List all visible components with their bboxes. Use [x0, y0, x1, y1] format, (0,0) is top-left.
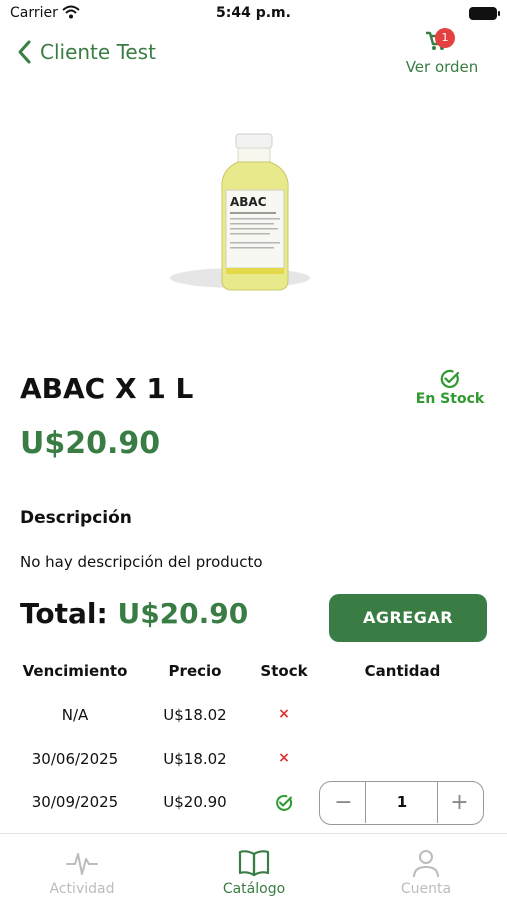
user-icon [413, 850, 439, 878]
header-stock: Stock [260, 662, 308, 680]
table-row: N/A U$18.02 × [0, 706, 507, 730]
tab-cuenta[interactable]: Cuenta [356, 846, 496, 897]
table-header: Vencimiento Precio Stock Cantidad [0, 662, 507, 684]
battery-icon [469, 7, 500, 20]
product-name: ABAC X 1 L [20, 372, 194, 405]
table-row: 30/06/2025 U$18.02 × [0, 750, 507, 774]
increment-button[interactable]: + [437, 782, 481, 823]
back-button[interactable]: Cliente Test [14, 38, 156, 66]
add-button[interactable]: AGREGAR [329, 594, 487, 642]
tab-catalogo[interactable]: Catálogo [184, 846, 324, 897]
description-text: No hay descripción del producto [20, 553, 263, 571]
clock-time: 5:44 p.m. [216, 5, 291, 21]
product-image: ABAC [170, 133, 310, 291]
total: Total: U$20.90 [20, 597, 248, 630]
bottle-label: ABAC [230, 195, 267, 209]
product-price: U$20.90 [20, 426, 161, 461]
description-title: Descripción [20, 508, 132, 528]
header-vencimiento: Vencimiento [22, 662, 128, 680]
tab-label: Cuenta [400, 881, 452, 897]
row-price: U$20.90 [163, 793, 227, 811]
view-order-button[interactable]: 1 Ver orden [397, 28, 487, 84]
stock-label: En Stock [415, 391, 485, 407]
row-expiry: N/A [61, 706, 89, 724]
row-price: U$18.02 [163, 706, 227, 724]
out-of-stock-icon: × [278, 750, 290, 766]
quantity-value[interactable]: 1 [368, 782, 436, 823]
out-of-stock-icon: × [278, 706, 290, 722]
total-value: U$20.90 [117, 597, 249, 630]
tab-label: Actividad [49, 881, 115, 897]
header-precio: Precio [168, 662, 222, 680]
tab-label: Catálogo [222, 881, 286, 897]
chevron-left-icon [18, 40, 31, 64]
activity-icon [66, 853, 98, 875]
view-order-label: Ver orden [405, 58, 479, 76]
in-stock-cell [254, 793, 314, 813]
tab-bar: Actividad Catálogo Cuenta [0, 833, 507, 900]
book-icon [238, 850, 270, 877]
check-circle-icon [440, 369, 460, 389]
nav-bar: Cliente Test 1 Ver orden [0, 28, 507, 90]
status-bar: Carrier 5:44 p.m. [0, 0, 507, 28]
stock-status: En Stock [410, 368, 490, 407]
total-label: Total: [20, 597, 108, 630]
decrement-button[interactable]: − [322, 782, 366, 823]
tab-actividad[interactable]: Actividad [12, 846, 152, 897]
quantity-stepper[interactable]: − 1 + [319, 781, 484, 825]
row-expiry: 30/06/2025 [31, 750, 119, 768]
back-label: Cliente Test [40, 40, 156, 64]
cart-count-badge: 1 [435, 28, 455, 48]
check-circle-icon [276, 794, 293, 811]
row-expiry: 30/09/2025 [31, 793, 119, 811]
row-price: U$18.02 [163, 750, 227, 768]
header-cantidad: Cantidad [364, 662, 441, 680]
